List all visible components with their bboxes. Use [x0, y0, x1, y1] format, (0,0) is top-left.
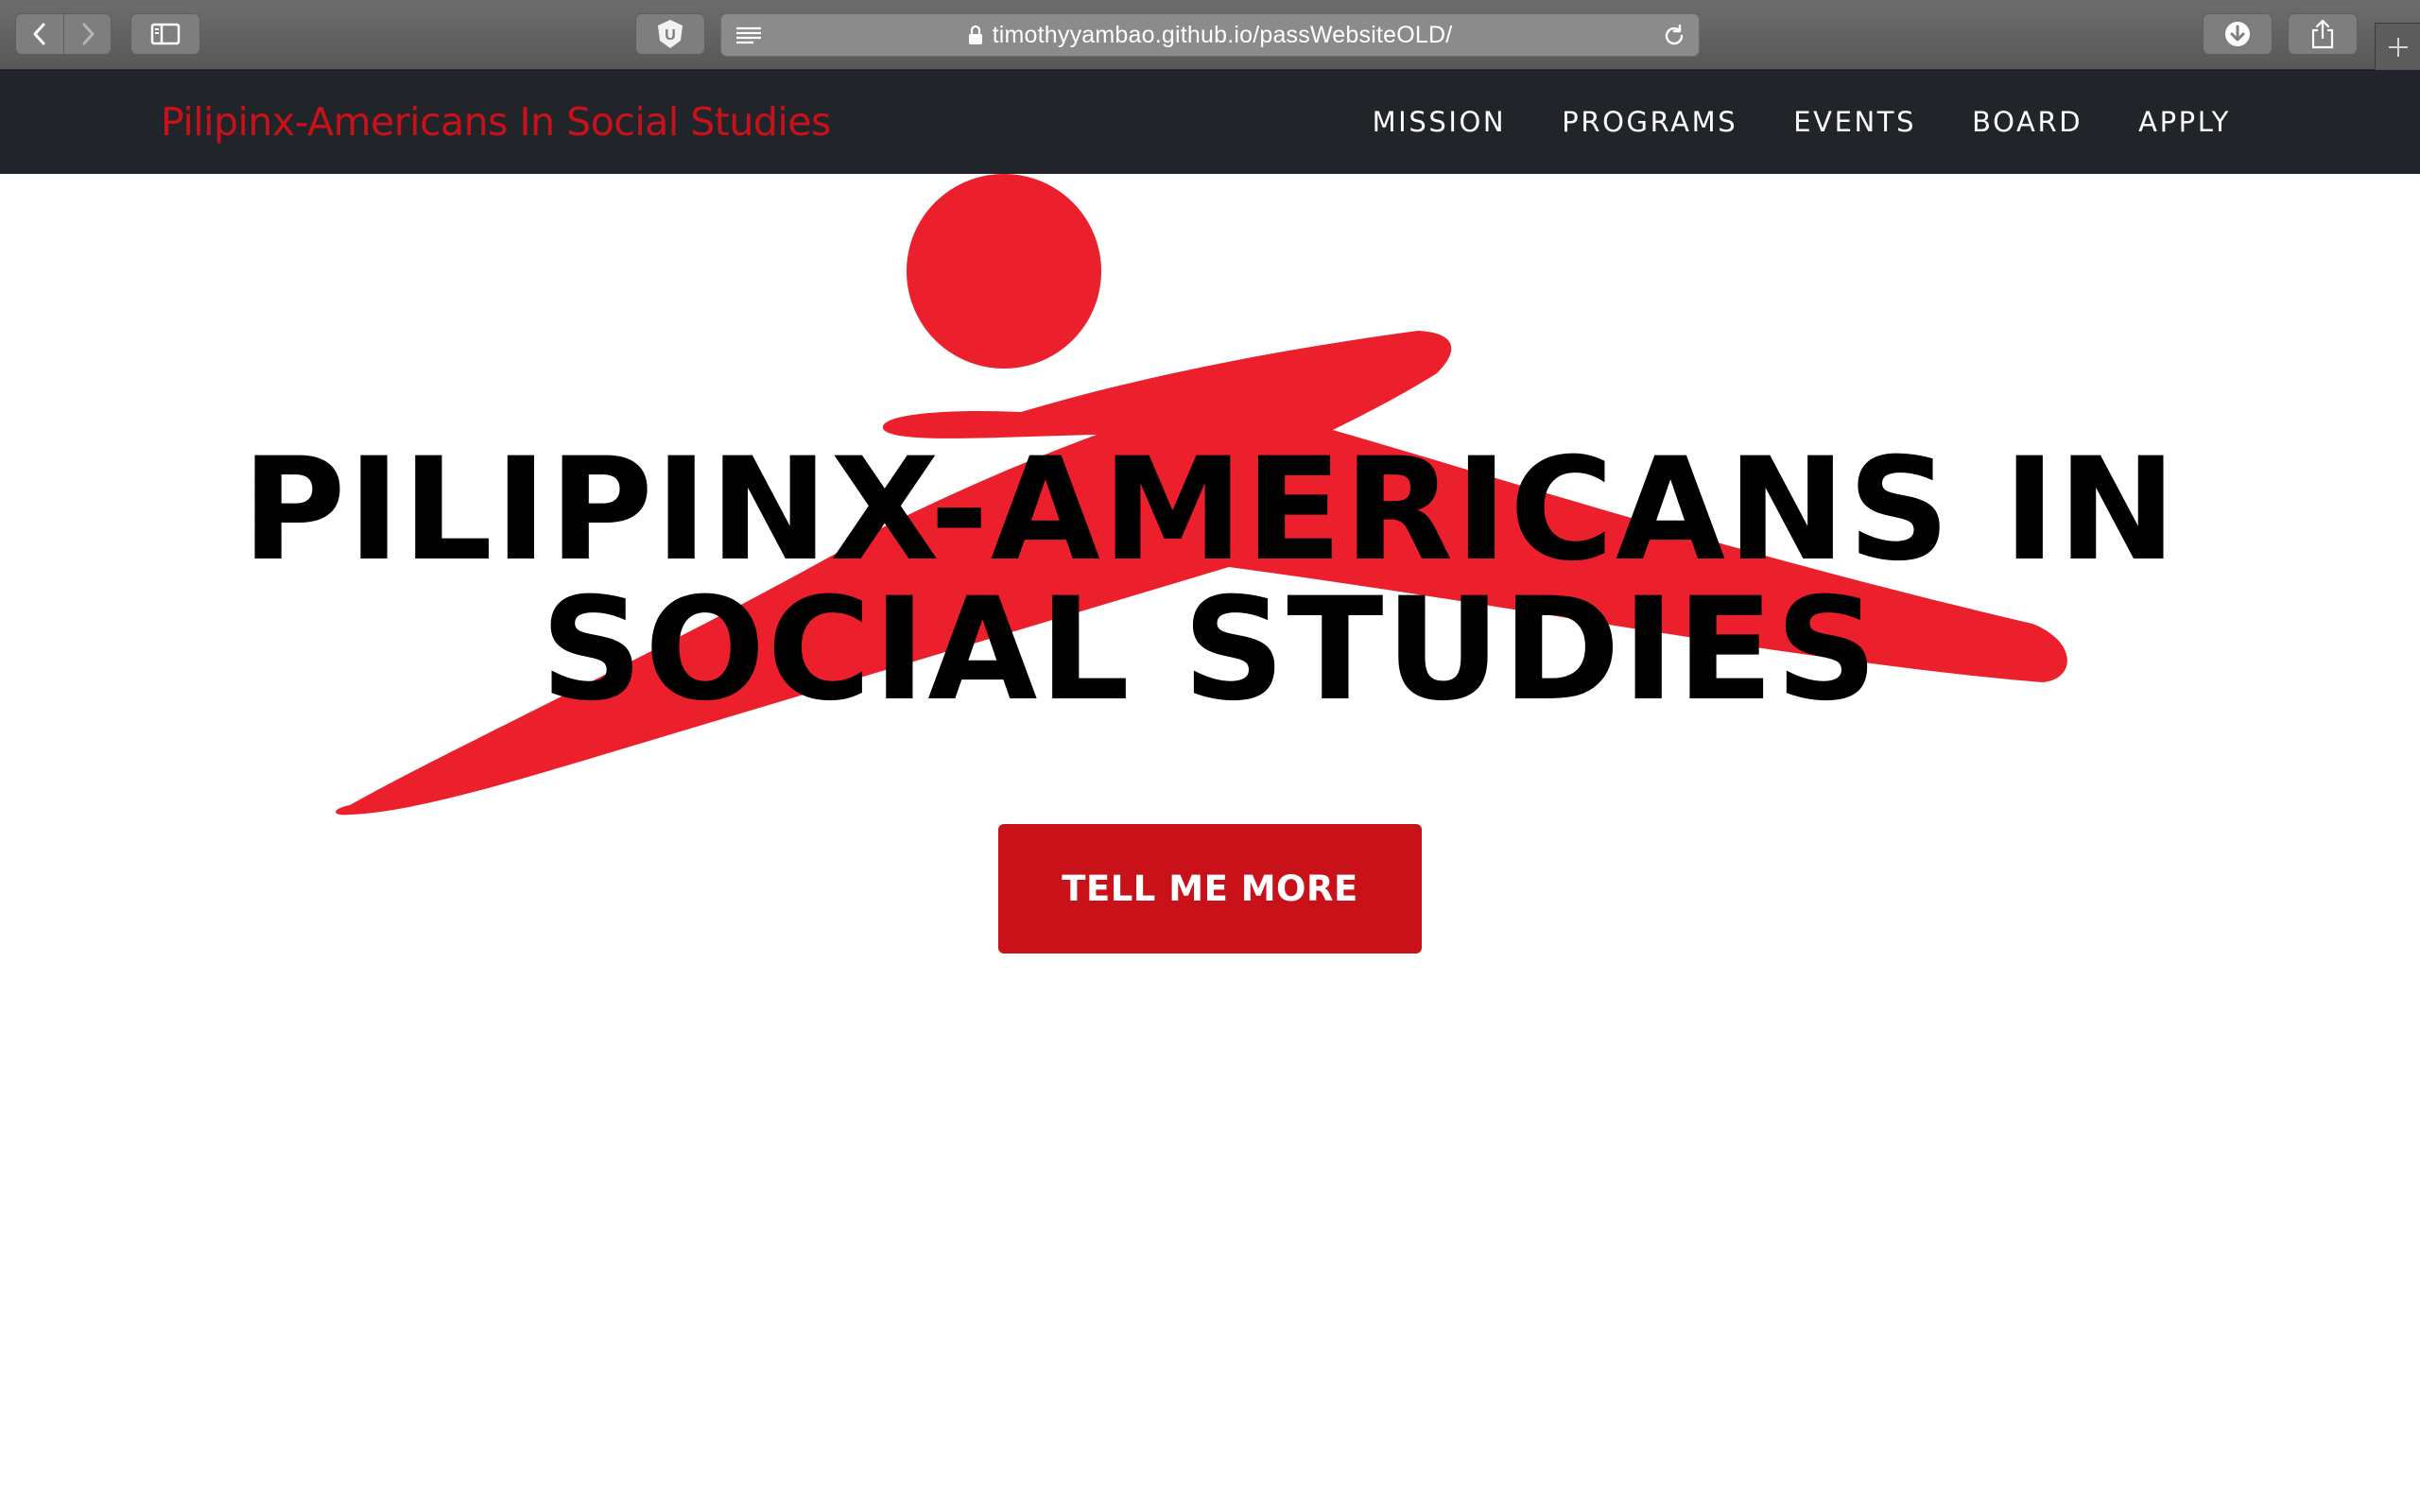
- new-tab-button[interactable]: [2375, 23, 2420, 70]
- reload-icon[interactable]: [1663, 25, 1685, 47]
- site-navbar: Pilipinx-Americans In Social Studies MIS…: [0, 70, 2420, 174]
- logo-head: [907, 174, 1101, 369]
- url-display[interactable]: timothyyambao.github.io/passWebsiteOLD/: [721, 14, 1699, 56]
- lock-icon: [968, 25, 982, 44]
- share-icon: [2311, 19, 2334, 49]
- url-text: timothyyambao.github.io/passWebsiteOLD/: [992, 21, 1453, 48]
- nav-link-mission[interactable]: MISSION: [1373, 106, 1507, 138]
- nav-link-board[interactable]: BOARD: [1972, 106, 2083, 138]
- svg-text:U: U: [665, 27, 676, 43]
- nav-links: MISSION PROGRAMS EVENTS BOARD APPLY: [1373, 70, 2231, 174]
- back-icon: [33, 23, 45, 45]
- extension-button[interactable]: U: [635, 13, 705, 55]
- nav-link-apply[interactable]: APPLY: [2138, 106, 2231, 138]
- hero-heading-line-2: SOCIAL STUDIES: [540, 568, 1880, 732]
- extension-icon: U: [658, 20, 683, 48]
- sidebar-button[interactable]: [130, 13, 200, 55]
- back-button[interactable]: [16, 14, 63, 54]
- hero-heading-line-1: PILIPINX-AMERICANS IN: [241, 428, 2179, 593]
- forward-icon: [82, 23, 94, 45]
- sidebar-icon: [150, 23, 181, 45]
- address-bar[interactable]: timothyyambao.github.io/passWebsiteOLD/: [720, 13, 1700, 57]
- tell-me-more-button[interactable]: TELL ME MORE: [998, 824, 1422, 954]
- hero-logo-figure: [336, 174, 2067, 816]
- browser-toolbar: U timothyyambao.github.io/passWebsiteOLD…: [0, 0, 2420, 70]
- history-navigation: [15, 13, 112, 55]
- hero-heading: PILIPINX-AMERICANS IN SOCIAL STUDIES: [0, 428, 2420, 732]
- new-tab-icon: [2388, 37, 2408, 57]
- forward-button[interactable]: [63, 14, 111, 54]
- download-icon: [2225, 22, 2250, 46]
- downloads-button[interactable]: [2203, 13, 2273, 55]
- share-button[interactable]: [2288, 13, 2358, 55]
- nav-link-events[interactable]: EVENTS: [1793, 106, 1916, 138]
- site-brand-link[interactable]: Pilipinx-Americans In Social Studies: [161, 70, 831, 174]
- nav-link-programs[interactable]: PROGRAMS: [1562, 106, 1737, 138]
